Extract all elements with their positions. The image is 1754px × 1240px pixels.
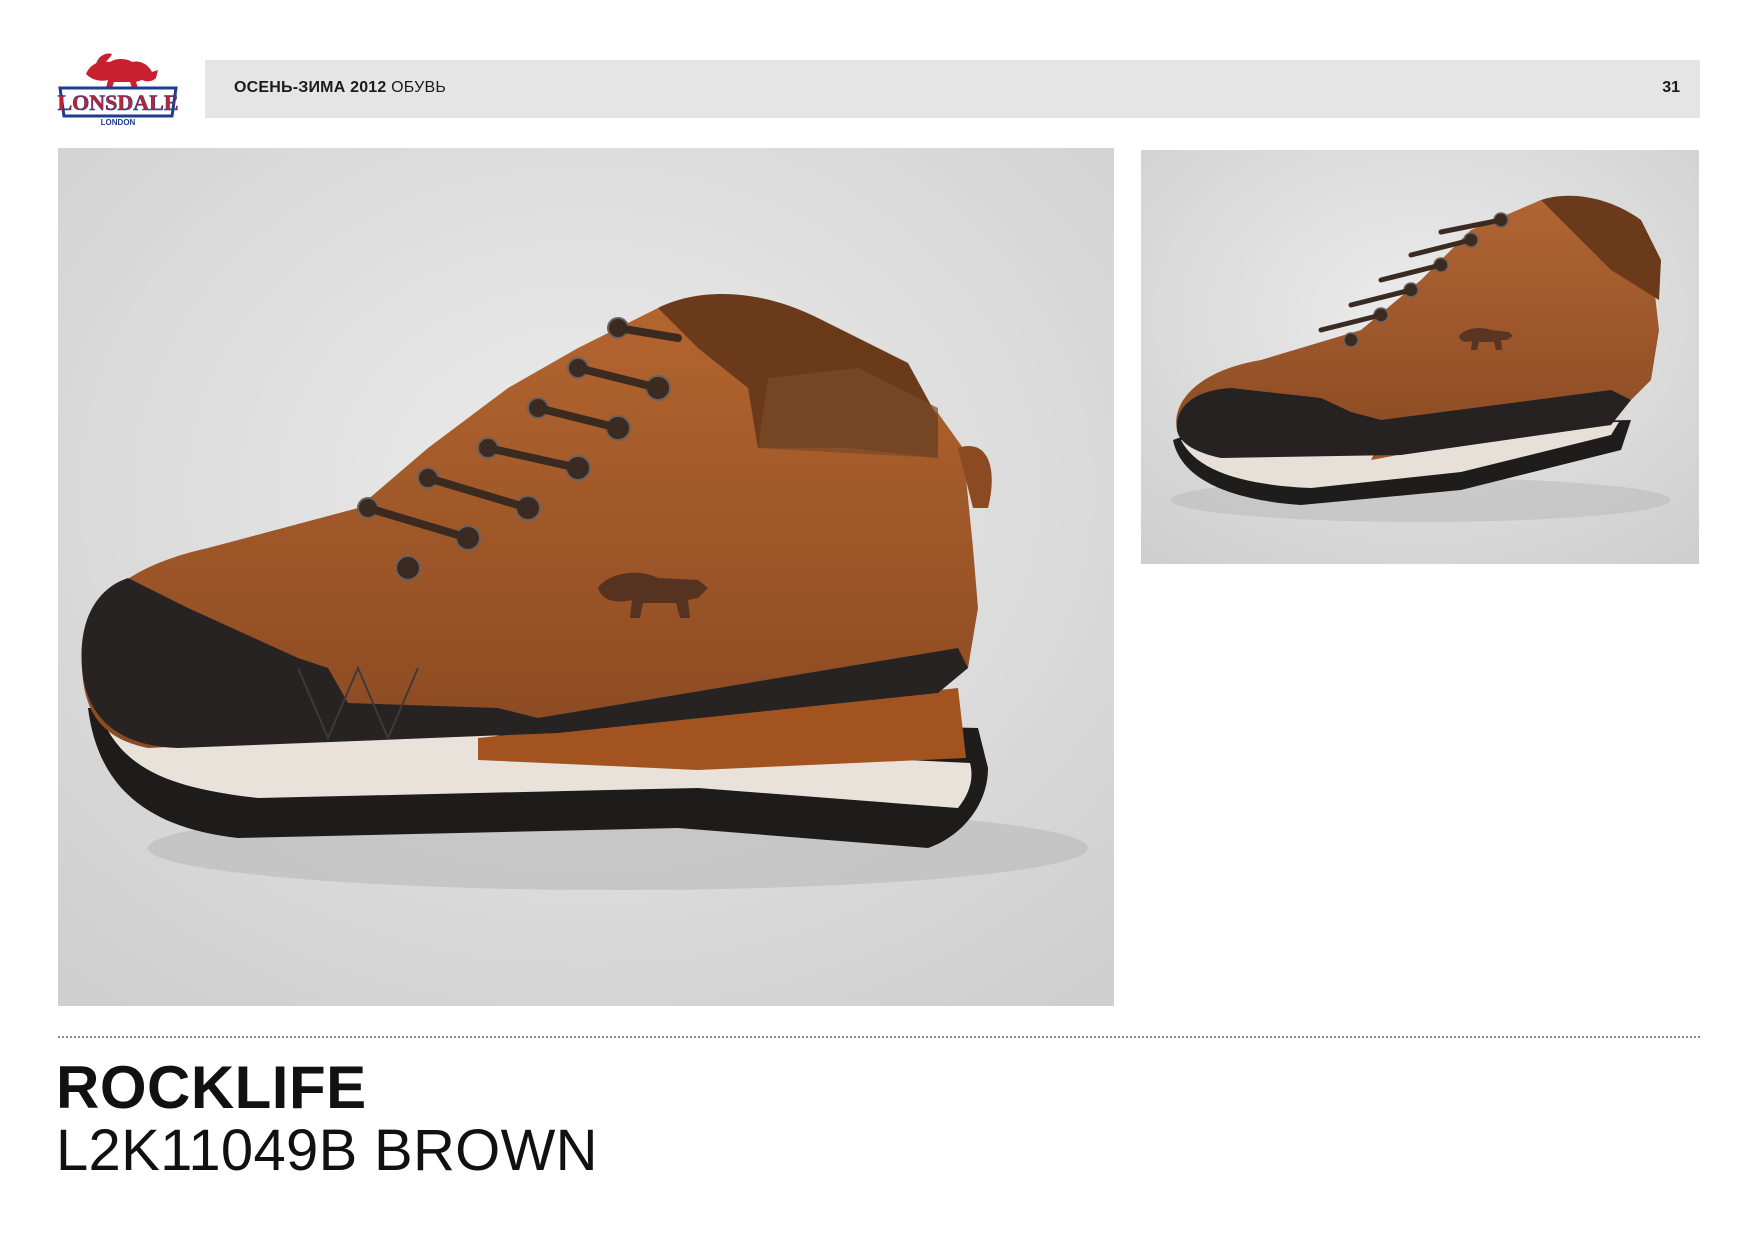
page-number: 31 <box>1662 79 1680 96</box>
logo-subtext: LONDON <box>101 118 136 127</box>
product-name: ROCKLIFE <box>56 1054 367 1121</box>
season-label: ОСЕНЬ-ЗИМА 2012 <box>234 79 387 96</box>
product-photo-side <box>1141 150 1699 564</box>
category-label: ОБУВЬ <box>391 79 447 96</box>
header-bar: ОСЕНЬ-ЗИМА 2012 ОБУВЬ 31 <box>205 60 1700 118</box>
lion-icon <box>86 53 158 88</box>
product-photo-main <box>58 148 1114 1006</box>
brand-logo: LONSDALE LONDON <box>56 44 180 128</box>
logo-wordmark: LONSDALE <box>57 90 178 115</box>
product-code: L2K11049B BROWN <box>56 1118 598 1183</box>
dotted-divider <box>58 1036 1700 1038</box>
header-title: ОСЕНЬ-ЗИМА 2012 ОБУВЬ <box>234 79 446 97</box>
